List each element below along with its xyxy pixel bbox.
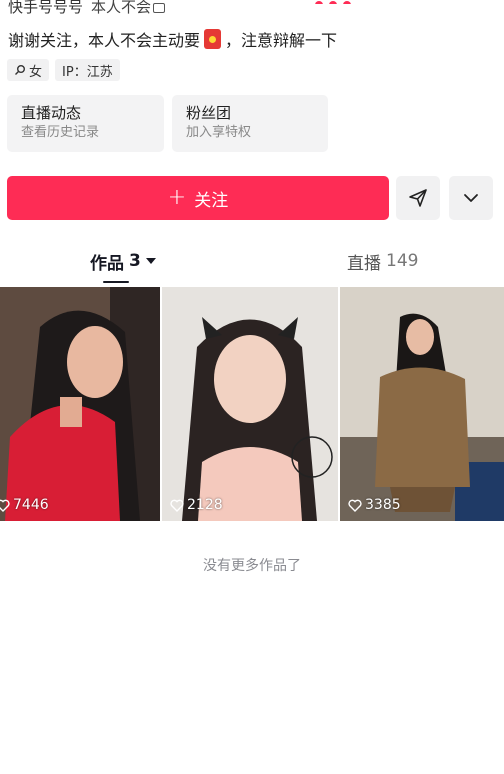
account-id-value: 本人不会 — [91, 0, 152, 16]
tab-live-label: 直播 — [347, 253, 381, 274]
decoration-dots — [315, 0, 395, 4]
bio-text-end: ，注意辩解一下 — [225, 31, 338, 50]
live-history-subtitle: 查看历史记录 — [21, 125, 100, 140]
account-id-label: 快手号号号 — [8, 0, 84, 16]
plus-icon: + — [167, 185, 187, 210]
fan-club-subtitle: 加入享特权 — [186, 125, 252, 140]
video-tile[interactable]: 3385 — [340, 287, 504, 521]
heart-icon — [348, 499, 362, 512]
likes-count: 2128 — [170, 497, 223, 513]
gender-label: 女 — [29, 64, 43, 80]
more-button[interactable] — [449, 176, 493, 220]
live-history-title: 直播动态 — [21, 104, 82, 122]
profile-tags: 女 IP：江苏 — [7, 59, 120, 81]
tab-works-count: 3 — [129, 251, 141, 271]
search-icon — [15, 65, 25, 75]
caret-down-icon — [145, 258, 156, 264]
video-thumbnail — [162, 287, 338, 521]
account-id-line: 快手号号号 本人不会 — [8, 0, 166, 18]
likes-count: 3385 — [348, 497, 401, 513]
active-tab-indicator — [103, 281, 129, 283]
profile-bio: 谢谢关注，本人不会主动要 ，注意辩解一下 — [8, 27, 337, 51]
likes-value: 3385 — [365, 497, 401, 513]
video-tile[interactable]: 7446 — [0, 287, 160, 521]
video-thumbnail — [0, 287, 160, 521]
bio-text-start: 谢谢关注，本人不会主动要 — [8, 31, 201, 50]
ip-tag: IP：江苏 — [55, 59, 120, 81]
chevron-down-icon — [464, 194, 478, 202]
tab-works[interactable]: 作品 3 — [90, 249, 156, 274]
video-thumbnail — [340, 287, 504, 521]
share-icon — [409, 189, 427, 207]
red-envelope-icon — [204, 29, 222, 49]
heart-icon — [0, 499, 10, 512]
video-tile[interactable]: 2128 — [162, 287, 338, 521]
gender-tag: 女 — [7, 59, 50, 81]
tab-live[interactable]: 直播 149 — [347, 249, 419, 274]
follow-button[interactable]: + 关注 — [7, 176, 389, 220]
tab-live-count: 149 — [386, 251, 419, 271]
follow-label: 关注 — [194, 190, 229, 211]
tab-works-label: 作品 — [90, 253, 124, 274]
likes-value: 7446 — [13, 497, 49, 513]
share-button[interactable] — [396, 176, 440, 220]
ip-label: IP：江苏 — [62, 64, 113, 80]
fan-club-title: 粉丝团 — [186, 104, 232, 122]
heart-icon — [170, 499, 184, 512]
copy-icon[interactable] — [153, 2, 166, 13]
fan-club-card[interactable]: 粉丝团 加入享特权 — [172, 95, 328, 152]
likes-value: 2128 — [187, 497, 223, 513]
no-more-works-text: 没有更多作品了 — [203, 558, 301, 574]
live-history-card[interactable]: 直播动态 查看历史记录 — [7, 95, 164, 152]
likes-count: 7446 — [0, 497, 49, 513]
